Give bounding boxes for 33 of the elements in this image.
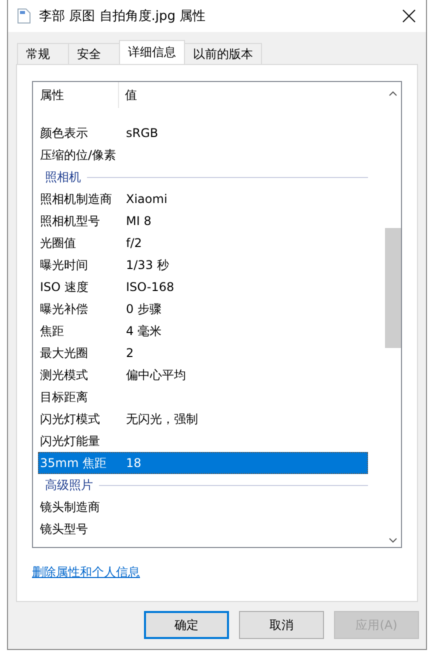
property-row[interactable]: ISO 速度 ISO-168 (38, 276, 368, 298)
property-row[interactable]: 35mm 焦距 18 (38, 452, 368, 474)
property-row[interactable]: 镜头型号 (38, 518, 368, 540)
scroll-up-icon[interactable] (389, 91, 397, 96)
group-header: 高级照片 (45, 476, 93, 494)
column-header[interactable]: 属性 (33, 82, 119, 108)
property-row[interactable]: 光圈值 f/2 (38, 232, 368, 254)
column-header[interactable]: 值 (119, 86, 137, 104)
property-row[interactable]: 压缩的位/像素 (38, 144, 368, 166)
group-header: 照相机 (45, 168, 81, 186)
scrollbar-thumb[interactable] (385, 228, 401, 348)
property-row[interactable]: 闪光灯能量 (38, 430, 368, 452)
property-row[interactable]: 镜头制造商 (38, 496, 368, 518)
close-icon[interactable] (402, 9, 416, 23)
property-row[interactable]: 照相机制造商 Xiaomi (38, 188, 368, 210)
tab[interactable]: 详细信息 (119, 40, 185, 64)
property-row[interactable]: 测光模式 偏中心平均 (38, 364, 368, 386)
property-row[interactable]: 曝光时间 1/33 秒 (38, 254, 368, 276)
window-title: 李部 原图 自拍角度.jpg 属性 (39, 8, 207, 25)
scroll-down-icon[interactable] (389, 538, 397, 543)
property-row[interactable]: 最大光圈 2 (38, 342, 368, 364)
file-icon (17, 8, 31, 24)
property-row[interactable]: 颜色表示 sRGB (38, 122, 368, 144)
remove-properties-link[interactable]: 删除属性和个人信息 (32, 564, 140, 581)
tab[interactable]: 常规 (17, 43, 69, 64)
property-row[interactable]: 目标距离 (38, 386, 368, 408)
property-row[interactable]: 闪光灯模式 无闪光，强制 (38, 408, 368, 430)
dialog-button[interactable]: 取消 (239, 611, 324, 639)
dialog-button[interactable]: 确定 (144, 611, 229, 639)
tab[interactable]: 以前的版本 (184, 43, 262, 64)
property-row[interactable]: 照相机型号 MI 8 (38, 210, 368, 232)
property-row[interactable]: 焦距 4 毫米 (38, 320, 368, 342)
property-row[interactable]: 曝光补偿 0 步骤 (38, 298, 368, 320)
